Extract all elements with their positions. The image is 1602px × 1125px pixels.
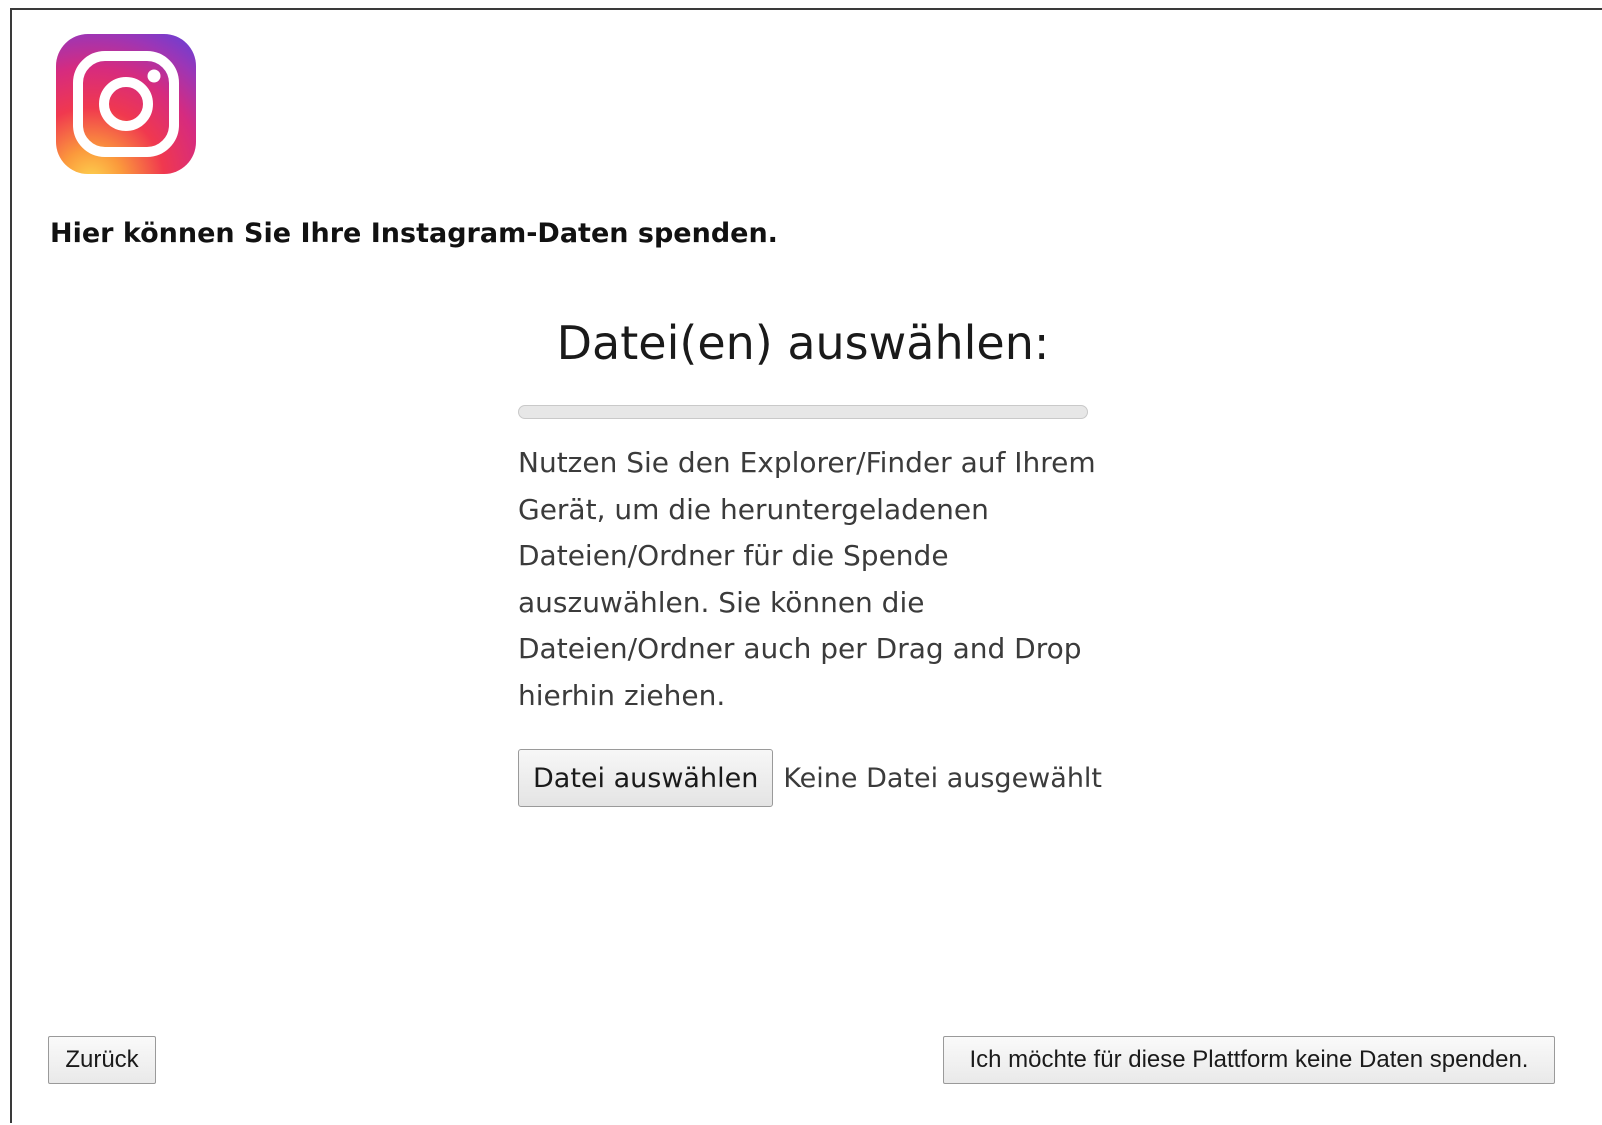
choose-file-button[interactable]: Datei auswählen: [518, 749, 774, 807]
upload-heading: Datei(en) auswählen:: [556, 316, 1050, 370]
file-input[interactable]: Datei auswählen Keine Datei ausgewählt: [518, 748, 1102, 808]
back-button[interactable]: Zurück: [48, 1036, 156, 1084]
upload-progress-bar: [518, 405, 1088, 419]
skip-donation-button[interactable]: Ich möchte für diese Plattform keine Dat…: [943, 1036, 1555, 1084]
upload-description: Nutzen Sie den Explorer/Finder auf Ihrem…: [518, 446, 1096, 712]
intro-text: Hier können Sie Ihre Instagram-Daten spe…: [50, 218, 778, 249]
instagram-logo-icon: [56, 34, 196, 174]
file-status-text: Keine Datei ausgewählt: [783, 762, 1103, 794]
